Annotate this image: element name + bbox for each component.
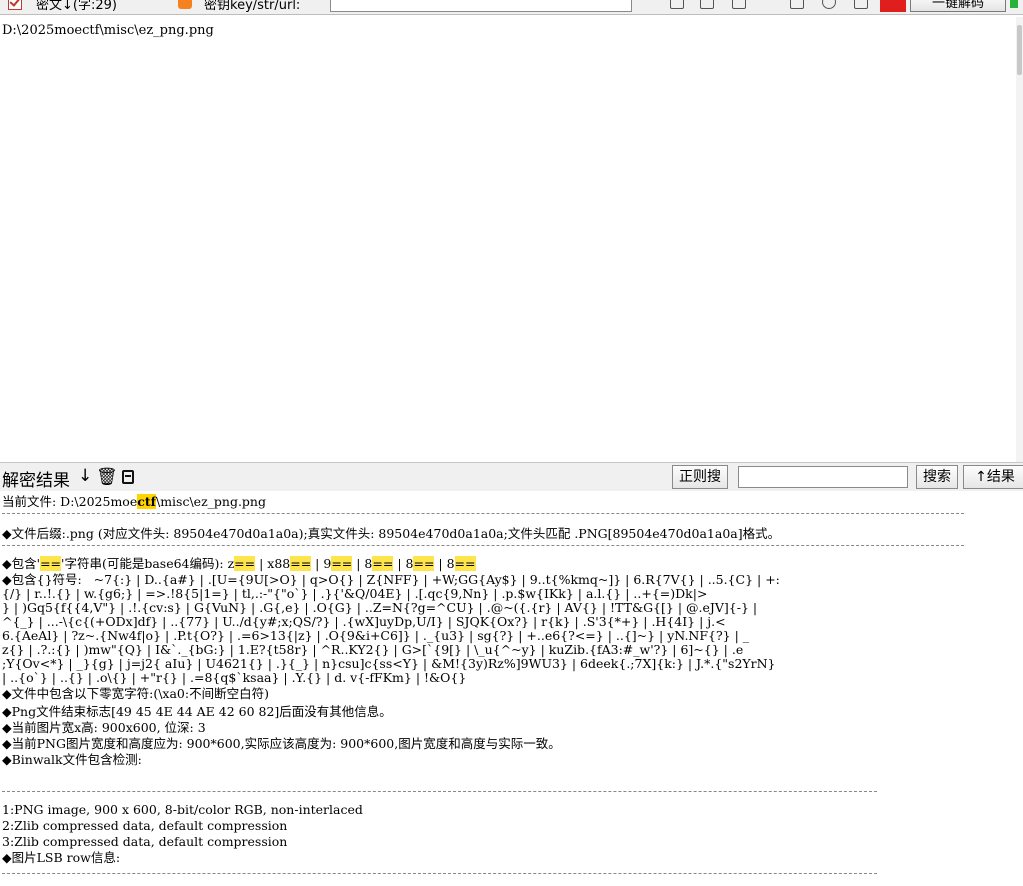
regex-search-input[interactable]: [738, 466, 908, 488]
up-result-button[interactable]: ↑结果: [963, 465, 1023, 489]
cipher-checkbox[interactable]: [8, 0, 22, 10]
zero-width-line: ◆文件中包含以下零宽字符:(\xa0:不间断空白符): [2, 686, 269, 701]
cipher-input-area[interactable]: D:\2025moectf\misc\ez_png.png: [0, 17, 1017, 462]
search-button[interactable]: 搜索: [916, 465, 958, 489]
binwalk-row: 2:Zlib compressed data, default compress…: [2, 818, 288, 833]
braces-line: | ..{o`} | ..{} | .o\{} | +"r{} | .=8{q$…: [2, 670, 467, 685]
separator: [2, 873, 877, 874]
braces-line: } | )Gq5{f{{4,V"} | .!.{cv:s} | G{VuN} |…: [2, 600, 758, 615]
width-height-line: ◆当前图片宽x高: 900x600, 位深: 3: [2, 720, 206, 735]
copy-icon[interactable]: [790, 0, 804, 9]
input-scrollbar[interactable]: [1016, 17, 1023, 462]
result-output-area[interactable]: 当前文件: D:\2025moectf\misc\ez_png.png ◆文件后…: [0, 491, 1023, 886]
binwalk-row: 3:Zlib compressed data, default compress…: [2, 834, 288, 849]
scrollbar-thumb[interactable]: [1017, 25, 1022, 75]
base64-line: ◆包含'=='字符串(可能是base64编码): z== | x88== | 9…: [2, 556, 476, 571]
suffix-line: ◆文件后缀:.png (对应文件头: 89504e470d0a1a0a);真实文…: [2, 526, 781, 541]
result-bar: 解密结果 ↓ 🗑 正则搜 搜索 ↑结果: [0, 462, 1023, 492]
result-title: 解密结果: [2, 471, 70, 491]
binwalk-header: ◆Binwalk文件包含检测:: [2, 752, 142, 767]
edit-icon[interactable]: [854, 0, 868, 9]
braces-line: ^{_} | ...-\{c{(+ODx]df} | ..{77} | U../…: [2, 614, 726, 629]
lsb-row-line: ◆图片LSB row信息:: [2, 850, 121, 865]
separator: [2, 791, 877, 792]
key-label: 密钥key/str/url:: [204, 0, 301, 13]
width-height-check-line: ◆当前PNG图片宽度和高度应为: 900*600,实际应该高度为: 900*60…: [2, 736, 561, 751]
cursor-icon[interactable]: [642, 0, 656, 9]
binwalk-row: 1:PNG image, 900 x 600, 8-bit/color RGB,…: [2, 802, 363, 817]
braces-line: 6.{AeAl} | ?z~.{Nw4f|o} | .P.t{O?} | .=6…: [2, 628, 750, 643]
separator: [2, 513, 964, 514]
down-arrow-icon[interactable]: ↓: [78, 466, 92, 486]
cipher-label: 密文↓(字:29): [36, 0, 117, 13]
status-indicator: [1010, 0, 1018, 8]
braces-line: ◆包含{}符号: ~7{:} | D..{a#} | .[U={9U[>O} |…: [2, 572, 780, 587]
separator: [2, 545, 964, 546]
braces-line: {/} | r..!.{} | w.{g6;} | =>.!8{5|1=} | …: [2, 586, 708, 601]
top-toolbar: 密文↓(字:29) 密钥key/str/url: 一键解码: [0, 0, 1023, 15]
help-icon[interactable]: [822, 0, 836, 9]
terminal-icon[interactable]: [700, 0, 714, 9]
iend-line: ◆Png文件结束标志[49 45 4E 44 AE 42 60 82]后面没有其…: [2, 704, 392, 719]
key-input[interactable]: [330, 0, 632, 12]
one-click-decode-button[interactable]: 一键解码: [910, 0, 1006, 12]
regex-search-button[interactable]: 正则搜: [672, 465, 728, 489]
braces-line: z{} | .?.:{} | )mw"{Q} | I&`._{bG:} | 1.…: [2, 642, 744, 657]
search-highlight: ctf: [137, 494, 156, 509]
document-icon[interactable]: [122, 470, 134, 484]
red-action-button[interactable]: [880, 0, 906, 12]
current-file-line: 当前文件: D:\2025moectf\misc\ez_png.png: [2, 494, 266, 509]
input-text: D:\2025moectf\misc\ez_png.png: [2, 23, 214, 38]
trash-icon[interactable]: 🗑: [96, 467, 118, 487]
braces-line: ;Y{Ov<*} | _}{g} | j=j2{ aIu} | U4621{} …: [2, 656, 776, 671]
window-icon[interactable]: [670, 0, 684, 9]
table-icon[interactable]: [732, 0, 746, 9]
chinese-char-icon[interactable]: [764, 0, 778, 9]
key-icon: [178, 0, 192, 9]
